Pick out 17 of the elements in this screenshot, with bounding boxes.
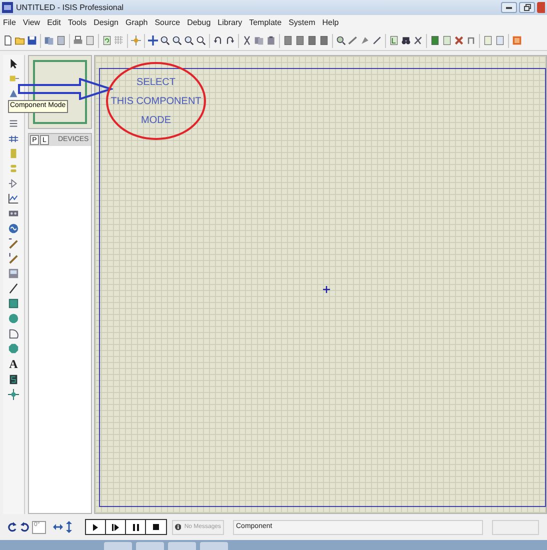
- menu-item[interactable]: Graph: [125, 17, 148, 29]
- annotation-text: SELECT: [136, 76, 176, 90]
- menu-item[interactable]: File: [3, 17, 16, 29]
- menu-item[interactable]: View: [22, 17, 40, 29]
- menu-item[interactable]: Template: [249, 17, 282, 29]
- annotation-text: MODE: [141, 114, 171, 128]
- menu-item[interactable]: System: [288, 17, 316, 29]
- menu-item[interactable]: Debug: [187, 17, 211, 29]
- text-mode-glyph[interactable]: A: [9, 358, 18, 370]
- menu-item[interactable]: Source: [154, 17, 180, 29]
- annotation-text: THIS COMPONENT: [110, 94, 202, 108]
- menu-item[interactable]: Edit: [47, 17, 61, 29]
- window-title: UNTITLED - ISIS Professional: [16, 2, 124, 14]
- menu-item[interactable]: Library: [218, 17, 242, 29]
- menu-item[interactable]: Design: [94, 17, 118, 29]
- menu-item[interactable]: Tools: [68, 17, 87, 29]
- menu-item[interactable]: Help: [322, 17, 339, 29]
